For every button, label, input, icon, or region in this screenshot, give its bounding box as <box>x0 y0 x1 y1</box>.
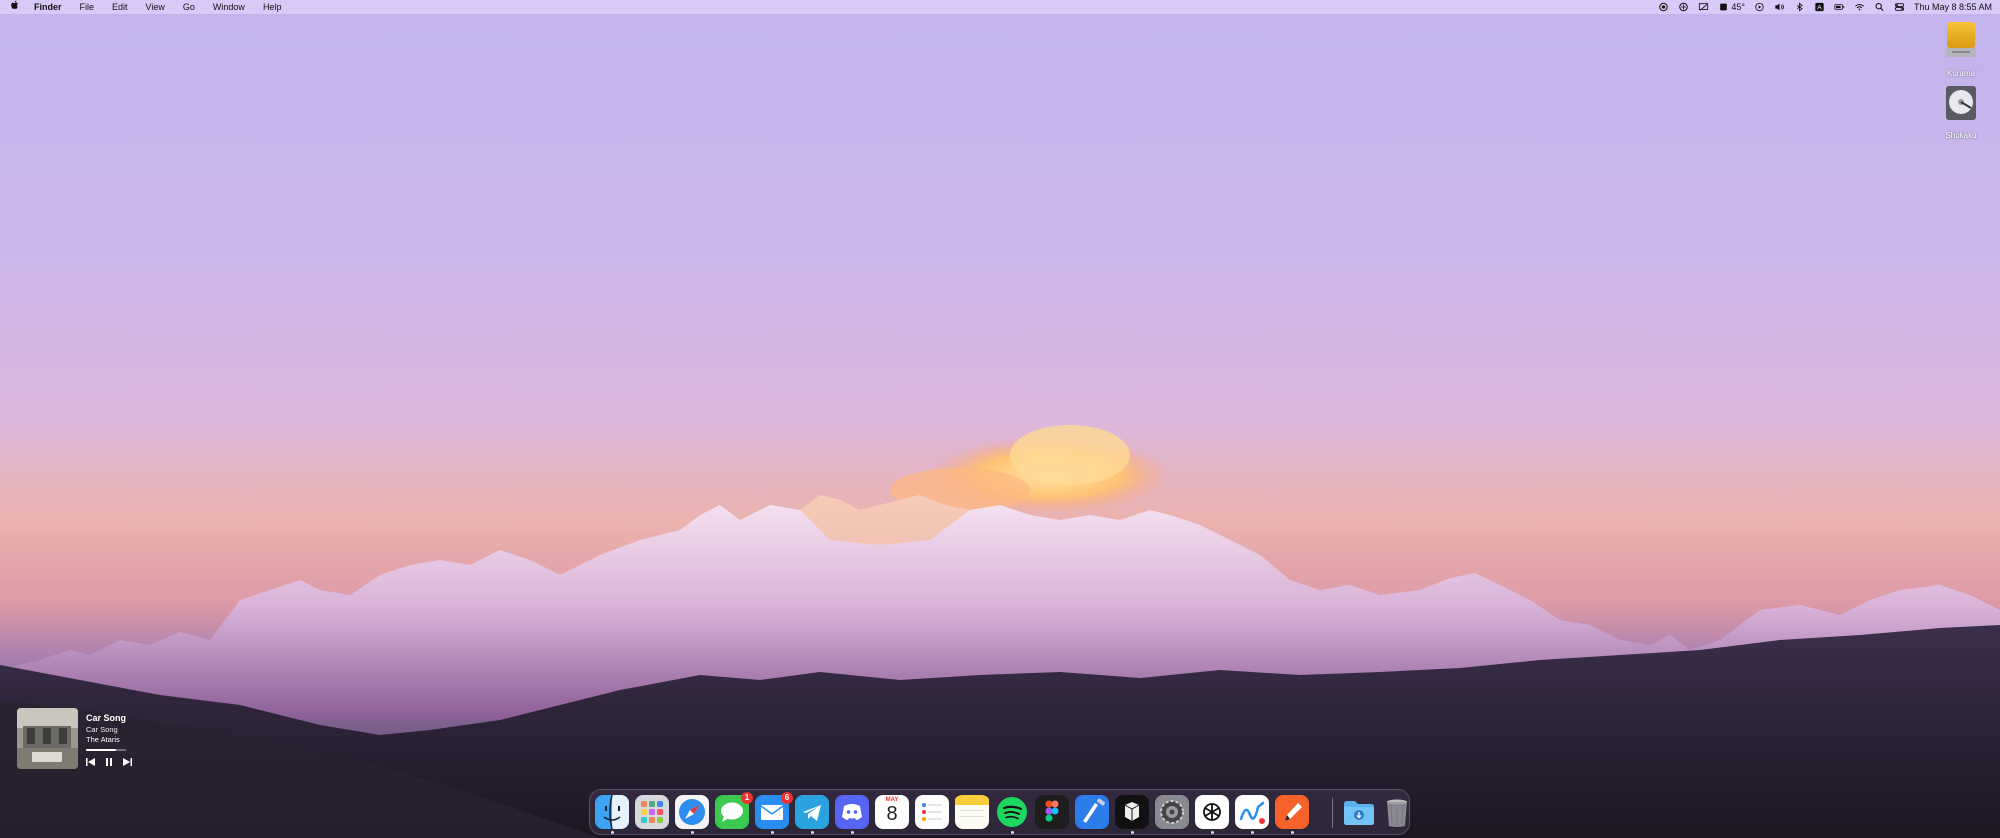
battery-icon[interactable] <box>1834 2 1845 12</box>
downloads-folder-icon <box>1344 801 1374 825</box>
running-indicator <box>611 831 614 834</box>
menu-bar: Finder File Edit View Go Window Help 45°… <box>0 0 2000 14</box>
running-indicator <box>851 831 854 834</box>
dock-system-settings[interactable] <box>1155 795 1189 829</box>
play-icon[interactable] <box>1754 2 1765 12</box>
reminders-icon <box>915 795 949 829</box>
dock: 1 6 MAY 8 <box>589 789 1410 835</box>
running-indicator <box>1291 831 1294 834</box>
running-indicator <box>691 831 694 834</box>
desktop-drive-shukaku[interactable]: Shukaku <box>1931 84 1991 140</box>
dock-safari[interactable] <box>675 795 709 829</box>
bluetooth-icon[interactable] <box>1794 2 1805 12</box>
now-playing-widget[interactable]: Car Song Car Song The Ataris <box>17 708 137 770</box>
pencil-app-icon <box>1275 795 1309 829</box>
discord-icon <box>835 795 869 829</box>
dock-mail[interactable]: 6 <box>755 792 793 829</box>
dock-separator <box>1332 798 1333 828</box>
trash-icon <box>1387 799 1407 827</box>
menu-window[interactable]: Window <box>204 0 254 14</box>
finder-icon <box>595 794 629 830</box>
dock-discord[interactable] <box>835 795 869 829</box>
dock-finder[interactable] <box>595 794 629 830</box>
track-progress-fill <box>86 749 116 751</box>
dock-downloads[interactable] <box>1342 795 1376 829</box>
dock-figma[interactable] <box>1035 795 1069 829</box>
track-artist: The Ataris <box>86 735 120 744</box>
figma-icon <box>1035 795 1069 829</box>
weather-widget[interactable]: 45° <box>1718 2 1745 12</box>
running-indicator <box>811 831 814 834</box>
spotlight-icon[interactable] <box>1874 2 1885 12</box>
spotify-icon <box>997 797 1027 827</box>
volume-icon[interactable] <box>1774 2 1785 12</box>
input-source-icon[interactable]: A <box>1814 2 1825 12</box>
display-icon[interactable] <box>1698 2 1709 12</box>
safari-icon <box>675 795 709 829</box>
dock-freeform[interactable] <box>1235 795 1269 829</box>
menu-file[interactable]: File <box>71 0 104 14</box>
parallels-icon <box>1115 795 1149 829</box>
freeform-icon <box>1235 795 1269 829</box>
dock-telegram[interactable] <box>795 795 829 829</box>
drive-label: Kurama <box>1946 69 1975 78</box>
weather-icon <box>1718 2 1729 12</box>
hard-disk-icon <box>1946 86 1976 120</box>
telegram-icon <box>795 795 829 829</box>
notes-icon <box>955 795 989 829</box>
dock-notes[interactable] <box>955 795 989 829</box>
menu-go[interactable]: Go <box>174 0 204 14</box>
launchpad-icon <box>635 795 669 829</box>
settings-icon <box>1155 795 1189 829</box>
menubar-clock[interactable]: Thu May 8 8:55 AM <box>1914 2 1992 12</box>
pause-icon[interactable] <box>104 757 114 767</box>
notification-badge: 6 <box>781 792 793 804</box>
running-indicator <box>771 831 774 834</box>
previous-track-icon[interactable] <box>86 757 96 767</box>
apple-menu-icon[interactable] <box>10 0 25 15</box>
dock-launchpad[interactable] <box>635 795 669 829</box>
dock-calendar[interactable]: MAY 8 <box>875 795 909 829</box>
external-drive-icon <box>1946 22 1976 57</box>
notification-badge: 1 <box>741 792 753 804</box>
xcode-icon <box>1075 795 1109 829</box>
drive-label: Shukaku <box>1945 131 1977 140</box>
menu-app-name[interactable]: Finder <box>25 0 71 14</box>
chatgpt-icon <box>1195 795 1229 829</box>
dock-spotify[interactable] <box>995 795 1029 829</box>
track-album: Car Song <box>86 725 118 734</box>
svg-text:A: A <box>1817 5 1822 12</box>
dock-pencil-app[interactable] <box>1275 795 1309 829</box>
running-indicator <box>1251 831 1254 834</box>
next-track-icon[interactable] <box>122 757 132 767</box>
menu-help[interactable]: Help <box>254 0 291 14</box>
desktop-wallpaper <box>0 0 2000 838</box>
dock-reminders[interactable] <box>915 795 949 829</box>
wifi-icon[interactable] <box>1854 2 1865 12</box>
dock-trash[interactable] <box>1380 795 1414 829</box>
dock-messages[interactable]: 1 <box>715 792 753 829</box>
menu-edit[interactable]: Edit <box>103 0 137 14</box>
dock-parallels[interactable] <box>1115 795 1149 829</box>
running-indicator <box>1131 831 1134 834</box>
activity-icon[interactable] <box>1678 2 1689 12</box>
dock-xcode[interactable] <box>1075 795 1109 829</box>
running-indicator <box>1011 831 1014 834</box>
track-title: Car Song <box>86 713 127 723</box>
track-progress-bar[interactable] <box>86 749 126 751</box>
screen-record-icon[interactable] <box>1658 2 1669 12</box>
weather-temp: 45° <box>1731 2 1745 12</box>
menu-view[interactable]: View <box>137 0 174 14</box>
dock-chatgpt[interactable] <box>1195 795 1229 829</box>
album-art <box>17 708 78 769</box>
calendar-day: 8 <box>886 803 898 825</box>
desktop-drive-kurama[interactable]: Kurama <box>1931 20 1991 78</box>
running-indicator <box>1211 831 1214 834</box>
control-center-icon[interactable] <box>1894 2 1905 12</box>
calendar-icon: MAY 8 <box>875 795 909 829</box>
